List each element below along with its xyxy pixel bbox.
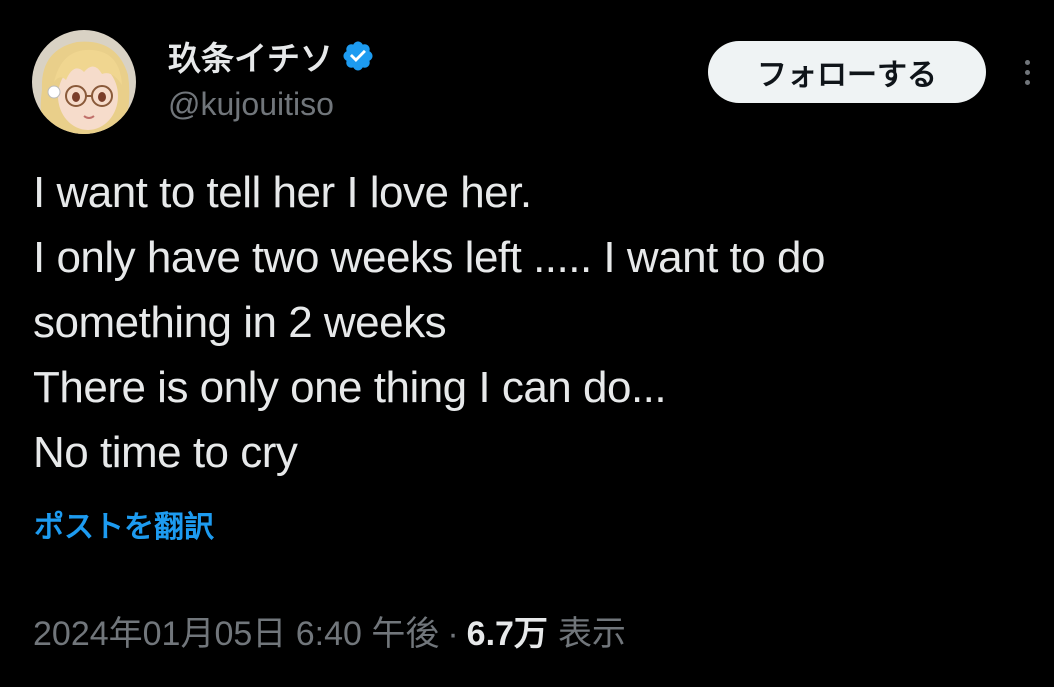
more-dot	[1024, 69, 1030, 75]
author-handle[interactable]: @kujouitiso	[168, 86, 334, 123]
tweet-text: I want to tell her I love her. I only ha…	[33, 160, 1033, 485]
tweet-line: No time to cry	[33, 428, 298, 477]
tweet-line: I only have two weeks left ..... I want …	[33, 233, 825, 282]
views-label: 表示	[557, 615, 626, 653]
tweet-line: I want to tell her I love her.	[33, 168, 532, 217]
translate-post-link[interactable]: ポストを翻訳	[34, 502, 214, 546]
tweet-line: There is only one thing I can do...	[33, 363, 667, 412]
follow-button[interactable]: フォローする	[708, 41, 986, 103]
views-count: 6.7万	[466, 615, 548, 653]
more-icon[interactable]	[1012, 52, 1042, 92]
avatar-image	[32, 30, 136, 134]
tweet-meta: 2024年01月05日 6:40 午後 · 6.7万 表示	[33, 606, 626, 655]
tweet-line: something in 2 weeks	[33, 298, 447, 347]
timestamp[interactable]: 2024年01月05日 6:40 午後	[33, 606, 439, 655]
more-dot	[1024, 79, 1030, 85]
verified-badge-icon[interactable]	[341, 39, 375, 73]
author-name-row: 玖条イチソ	[168, 34, 375, 78]
author-display-name[interactable]: 玖条イチソ	[168, 32, 333, 80]
avatar[interactable]	[32, 30, 136, 134]
meta-separator: ·	[447, 615, 459, 653]
more-dot	[1024, 59, 1030, 65]
